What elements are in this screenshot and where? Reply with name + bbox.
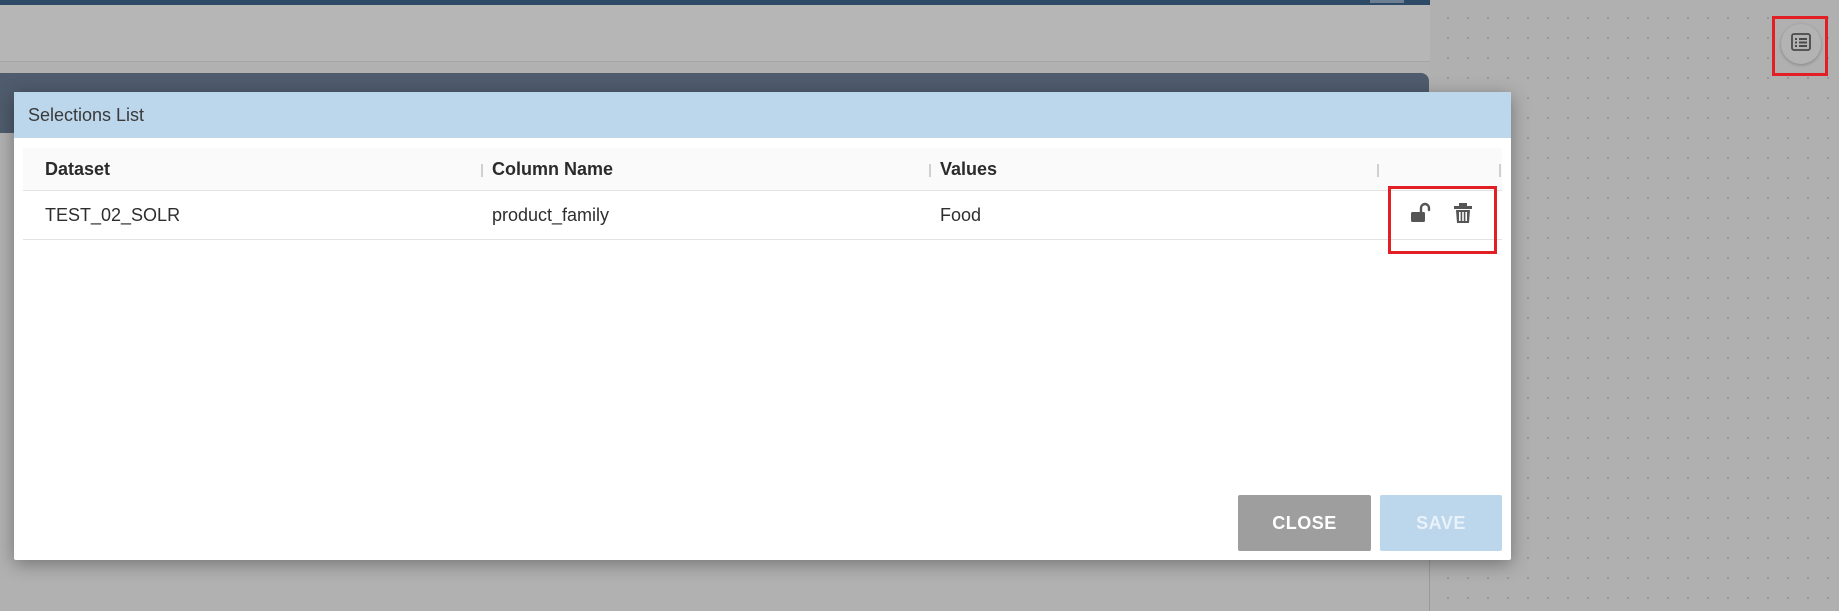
column-resize-handle[interactable] [1377,164,1379,177]
selections-table: Dataset Column Name Values TEST_02_SOLR … [23,148,1502,240]
close-button[interactable]: CLOSE [1238,495,1371,551]
column-header-column-name[interactable]: Column Name [492,148,613,190]
column-header-dataset[interactable]: Dataset [45,148,110,190]
top-bar-chip [1370,0,1404,3]
cell-values: Food [940,204,982,225]
column-resize-handle[interactable] [1499,164,1501,177]
cell-column-name: product_family [492,204,610,225]
dialog-title: Selections List [14,92,1511,138]
table-header: Dataset Column Name Values [23,148,1502,191]
highlight-box [1772,16,1828,76]
column-header-values[interactable]: Values [940,148,997,190]
column-resize-handle[interactable] [481,164,483,177]
background-header-panel [0,5,1431,62]
selections-list-dialog: Selections List Dataset Column Name Valu… [14,92,1511,560]
background-divider [1429,560,1430,611]
save-button[interactable]: SAVE [1380,495,1502,551]
highlight-box [1388,186,1497,254]
column-resize-handle[interactable] [929,164,931,177]
cell-dataset: TEST_02_SOLR [45,204,181,225]
table-row: TEST_02_SOLR product_family Food [23,191,1502,240]
background-lower-area [0,561,1430,611]
